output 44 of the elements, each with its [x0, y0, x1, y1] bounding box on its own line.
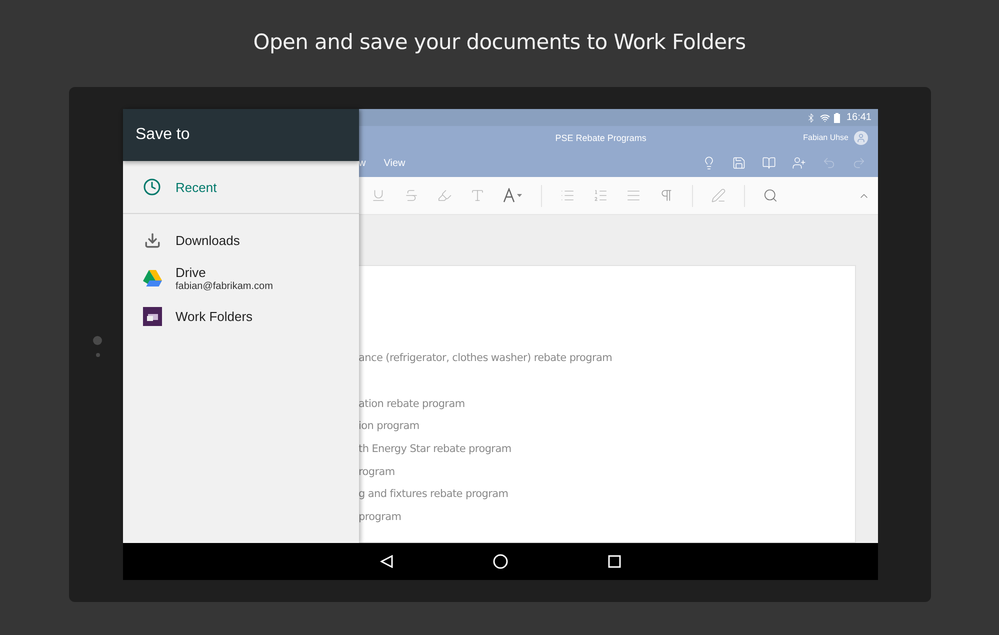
document-line: g and fixtures rebate program [358, 488, 510, 502]
battery-icon [834, 112, 840, 122]
document-line: th Energy Star rebate program [358, 443, 512, 458]
book-icon[interactable] [762, 156, 776, 170]
underline-icon[interactable] [370, 188, 386, 203]
document-line: ion program [358, 420, 420, 434]
save-icon[interactable] [732, 156, 746, 170]
paragraph-icon[interactable] [658, 188, 674, 203]
document-line: program [358, 511, 402, 526]
document-line: rogram [358, 466, 396, 480]
numbered-list-icon[interactable] [592, 188, 608, 203]
document-title: PSE Rebate Programs [554, 132, 648, 142]
styles-icon[interactable] [710, 188, 726, 203]
recents-icon[interactable] [608, 555, 620, 568]
user-name: Fabian Uhse [803, 133, 848, 142]
font-size-icon[interactable] [502, 188, 522, 203]
camera-dot [93, 336, 102, 345]
sensor-dot [96, 353, 100, 357]
drive-icon [142, 270, 162, 286]
strikethrough-icon[interactable] [404, 188, 418, 203]
headline: Open and save your documents to Work Folders [253, 30, 746, 56]
wifi-icon [820, 112, 830, 122]
document-line: ance (refrigerator, clothes washer) rebate program [358, 352, 614, 366]
redo-icon[interactable] [852, 156, 866, 170]
location-item[interactable]: Recent [122, 169, 358, 205]
back-icon[interactable] [380, 555, 392, 568]
font-color-icon[interactable] [470, 188, 484, 203]
highlighter-icon[interactable] [436, 188, 452, 203]
location-item[interactable]: Work Folders [122, 298, 358, 334]
document-line: ation rebate program [358, 398, 466, 412]
clock-time: 16:41 [846, 112, 872, 123]
home-icon[interactable] [492, 554, 508, 569]
clock-icon [143, 178, 161, 196]
location-item[interactable]: Downloads [122, 222, 358, 258]
bluetooth-icon [806, 112, 816, 122]
undo-icon[interactable] [822, 156, 836, 170]
folder-icon [142, 306, 162, 326]
location-item[interactable]: Drive fabian@fabrikam.com [122, 258, 358, 298]
align-icon[interactable] [626, 188, 640, 203]
download-icon [144, 232, 160, 248]
drawer-title: Save to [136, 126, 190, 144]
avatar[interactable] [854, 130, 868, 144]
search-icon[interactable] [762, 188, 778, 203]
share-icon[interactable] [792, 156, 806, 170]
